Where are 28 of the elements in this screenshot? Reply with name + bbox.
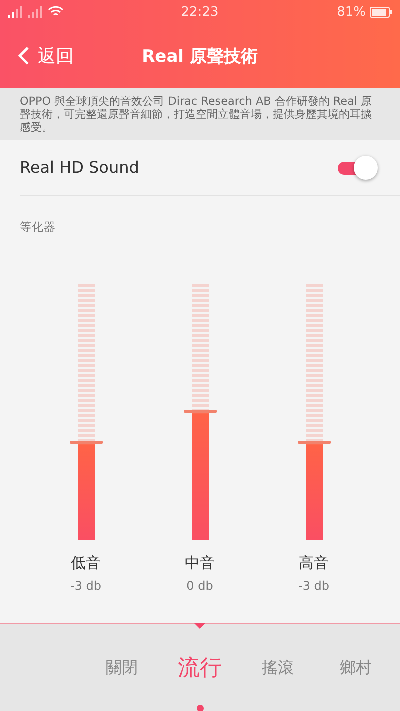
preset-tab[interactable]: 關閉 [83,658,161,678]
signal-icon [28,6,44,18]
section-title: 等化器 [20,220,56,235]
band-value: -3 db [298,579,330,593]
band-name: 低音 [71,554,101,573]
battery-percent: 81% [337,4,366,20]
band-value: -3 db [70,579,102,593]
slider-thumb[interactable] [298,440,330,444]
setting-label: Real HD Sound [20,158,140,177]
wifi-icon [48,6,64,18]
band-name: 高音 [299,554,329,573]
back-button[interactable]: 返回 [0,36,80,76]
band-name: 中音 [185,554,215,573]
slider-thumb[interactable] [70,440,102,444]
band-value: 0 db [186,579,214,593]
page-title: Real 原聲技術 [142,46,258,66]
back-chevron-icon [18,46,30,66]
description-text: OPPO 與全球頂尖的音效公司 Dirac Research AB 合作研發的 Real 原聲技術，可完整還原聲音細節，打造空間立體音場，提供身歷其境的耳擴感受。 [20,95,374,134]
page-indicator-icon [197,705,204,711]
pointer-icon [194,623,206,629]
toggle-switch[interactable] [338,156,380,180]
battery-icon [370,6,392,18]
preset-tab[interactable]: 鄉村 [317,658,395,678]
preset-tab[interactable]: 搖滾 [239,658,317,678]
signal-icon [8,6,24,18]
clock-time: 22:23 [181,4,219,20]
slider-thumb[interactable] [184,410,216,413]
preset-tab[interactable]: 流行 [161,653,239,683]
